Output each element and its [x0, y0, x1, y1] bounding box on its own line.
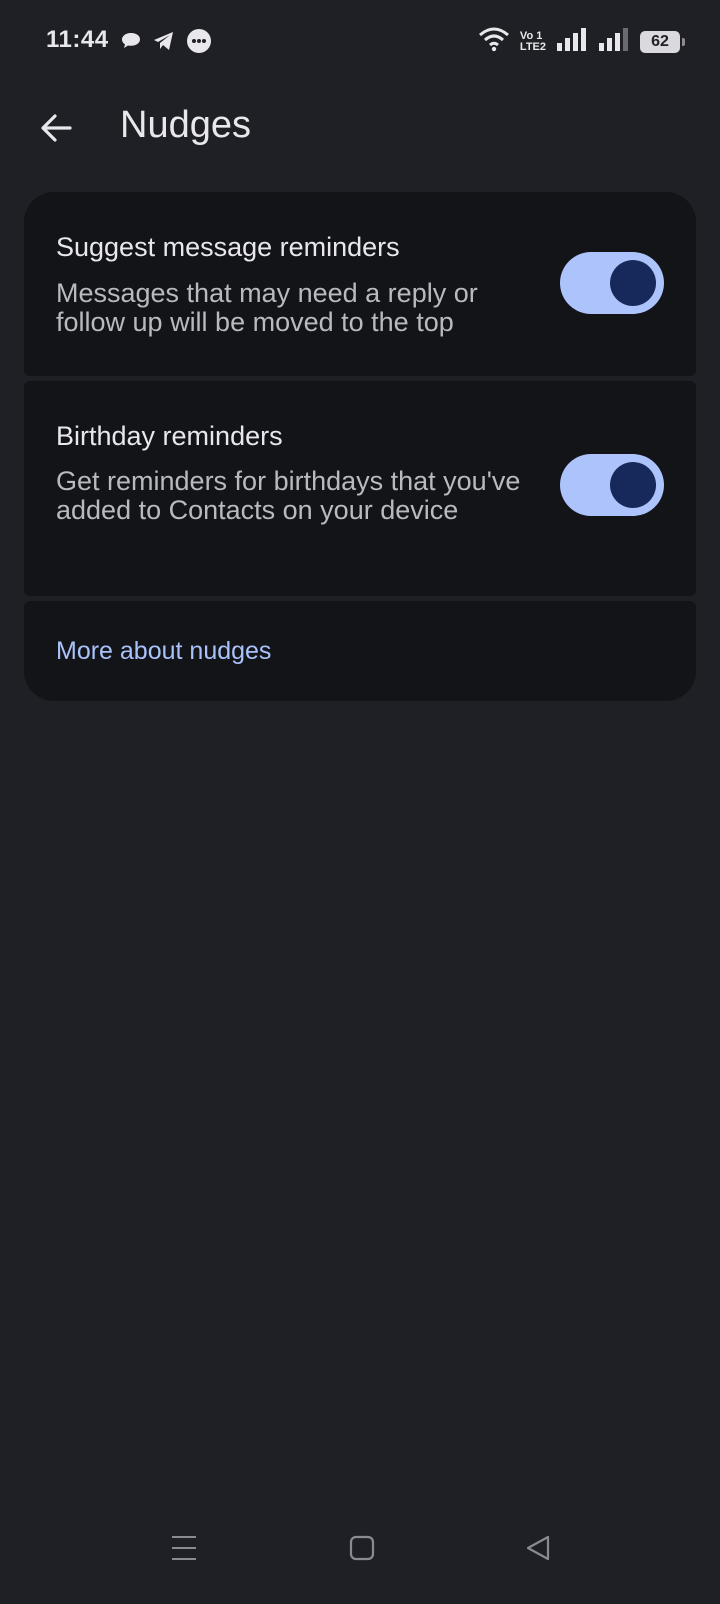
setting-birthday-reminders[interactable]: Birthday reminders Get reminders for bir…	[24, 381, 696, 596]
message-dots-icon	[186, 28, 212, 59]
status-bar: 11:44 Vo 1 LTE2 62	[0, 0, 720, 84]
setting-description: Messages that may need a reply or follow…	[56, 278, 478, 337]
setting-suggest-message-reminders[interactable]: Suggest message reminders Messages that …	[24, 192, 696, 376]
signal-2-icon	[598, 26, 630, 57]
menu-icon	[169, 1533, 199, 1568]
birthday-reminders-toggle[interactable]	[560, 454, 664, 516]
toggle-thumb	[610, 260, 656, 306]
more-about-card: More about nudges	[24, 601, 696, 701]
notification-icons	[120, 28, 212, 59]
nav-recents-button[interactable]	[154, 1530, 214, 1570]
nav-home-button[interactable]	[332, 1530, 392, 1570]
nav-back-button[interactable]	[508, 1530, 568, 1570]
chat-bubble-icon	[120, 31, 142, 56]
signal-1-icon	[556, 26, 588, 57]
suggest-reminders-toggle[interactable]	[560, 252, 664, 314]
volte-indicator: Vo 1 LTE2	[519, 29, 546, 53]
back-triangle-icon	[523, 1533, 553, 1568]
home-icon	[347, 1533, 377, 1568]
battery-icon: 62	[640, 30, 685, 53]
setting-title: Suggest message reminders	[56, 232, 400, 262]
telegram-icon	[152, 30, 176, 57]
top-app-bar: Nudges	[0, 84, 720, 184]
arrow-back-icon	[38, 110, 74, 151]
status-time: 11:44	[46, 26, 109, 53]
back-button[interactable]	[30, 104, 82, 156]
page-title: Nudges	[120, 104, 251, 146]
setting-title: Birthday reminders	[56, 421, 283, 451]
setting-description: Get reminders for birthdays that you've …	[56, 466, 521, 525]
system-nav-bar	[0, 1520, 720, 1604]
system-icons: Vo 1 LTE2 62	[478, 26, 685, 57]
toggle-thumb	[610, 462, 656, 508]
more-about-nudges-link[interactable]: More about nudges	[56, 637, 271, 666]
battery-level: 62	[651, 32, 669, 50]
wifi-icon	[478, 26, 510, 57]
